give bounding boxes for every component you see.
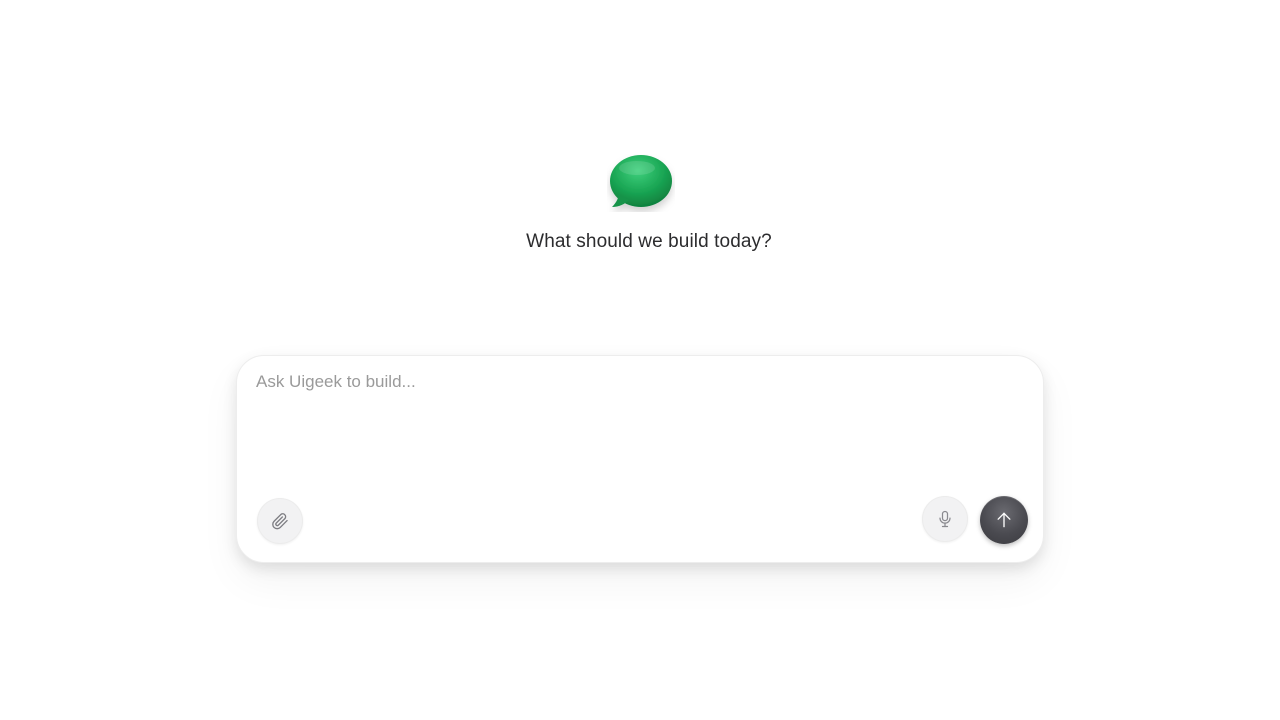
app-page: What should we build today?: [0, 0, 1280, 720]
arrow-up-icon: [994, 510, 1014, 530]
microphone-button[interactable]: [922, 496, 968, 542]
chat-bubble-icon: [607, 154, 675, 212]
prompt-composer: [236, 355, 1044, 563]
attach-button[interactable]: [257, 498, 303, 544]
send-button[interactable]: [980, 496, 1028, 544]
page-title: What should we build today?: [526, 231, 772, 252]
microphone-icon: [935, 509, 955, 529]
prompt-input[interactable]: [256, 372, 1016, 492]
paperclip-icon: [270, 511, 290, 531]
